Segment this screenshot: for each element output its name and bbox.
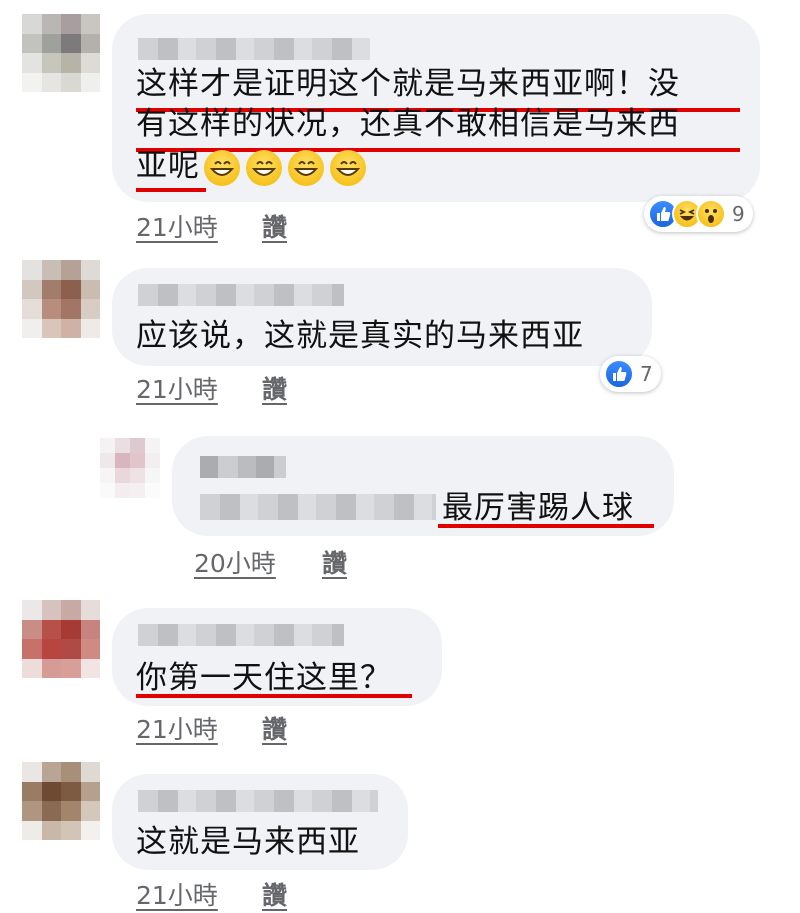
like-button[interactable]: 讚 (262, 876, 287, 912)
comment-text-line: 应该说，这就是真实的马来西亚 (136, 318, 584, 354)
comment-timestamp[interactable]: 21小時 (136, 876, 218, 912)
comment-timestamp[interactable]: 21小時 (136, 370, 218, 406)
author-name-blurred[interactable] (200, 456, 286, 478)
author-name-blurred[interactable] (138, 38, 370, 60)
comment-bubble: 你第一天住这里？ (112, 608, 442, 706)
like-button[interactable]: 讚 (262, 710, 287, 746)
like-button[interactable]: 讚 (262, 370, 287, 406)
highlight-underline (136, 188, 206, 192)
avatar[interactable] (22, 14, 100, 92)
comment-timestamp[interactable]: 21小時 (136, 710, 218, 746)
comment-text-line: 有这样的状况，还真不敢相信是马来西 (136, 106, 680, 142)
comment-bubble: 应该说，这就是真实的马来西亚 (112, 268, 652, 366)
comment-text-line: 这就是马来西亚 (136, 824, 360, 860)
reaction-summary[interactable]: 7 (600, 356, 661, 392)
highlight-underline (136, 694, 412, 698)
like-button[interactable]: 讚 (322, 544, 347, 580)
author-name-blurred[interactable] (138, 624, 344, 646)
wow-icon (696, 199, 726, 229)
author-name-blurred[interactable] (138, 284, 344, 306)
comment-bubble: 最厉害踢人球 (172, 436, 674, 536)
reaction-count: 7 (640, 362, 653, 386)
grinning-face-icon (246, 149, 282, 186)
avatar[interactable] (22, 600, 100, 678)
comment-timestamp[interactable]: 21小時 (136, 208, 218, 244)
like-button[interactable]: 讚 (262, 208, 287, 244)
comment-text-line: 亚呢 (136, 144, 372, 188)
highlight-underline (438, 524, 654, 528)
comment-bubble: 这样才是证明这个就是马来西亚啊！没 有这样的状况，还真不敢相信是马来西 亚呢 (112, 14, 760, 202)
reaction-count: 9 (732, 202, 745, 226)
author-name-blurred[interactable] (138, 790, 378, 812)
avatar[interactable] (22, 260, 100, 338)
avatar[interactable] (100, 438, 160, 498)
grinning-face-icon (330, 149, 366, 186)
avatar[interactable] (22, 762, 100, 840)
comment-text-line: 亚呢 (136, 148, 200, 184)
comment-text-line: 这样才是证明这个就是马来西亚啊！没 (136, 66, 680, 102)
like-icon (604, 359, 634, 389)
comment-bubble: 这就是马来西亚 (112, 774, 408, 870)
grinning-face-icon (204, 149, 240, 186)
reaction-summary[interactable]: 9 (644, 196, 753, 232)
mentioned-name-blurred[interactable] (200, 494, 436, 520)
grinning-face-icon (288, 149, 324, 186)
comment-timestamp[interactable]: 20小時 (194, 544, 276, 580)
